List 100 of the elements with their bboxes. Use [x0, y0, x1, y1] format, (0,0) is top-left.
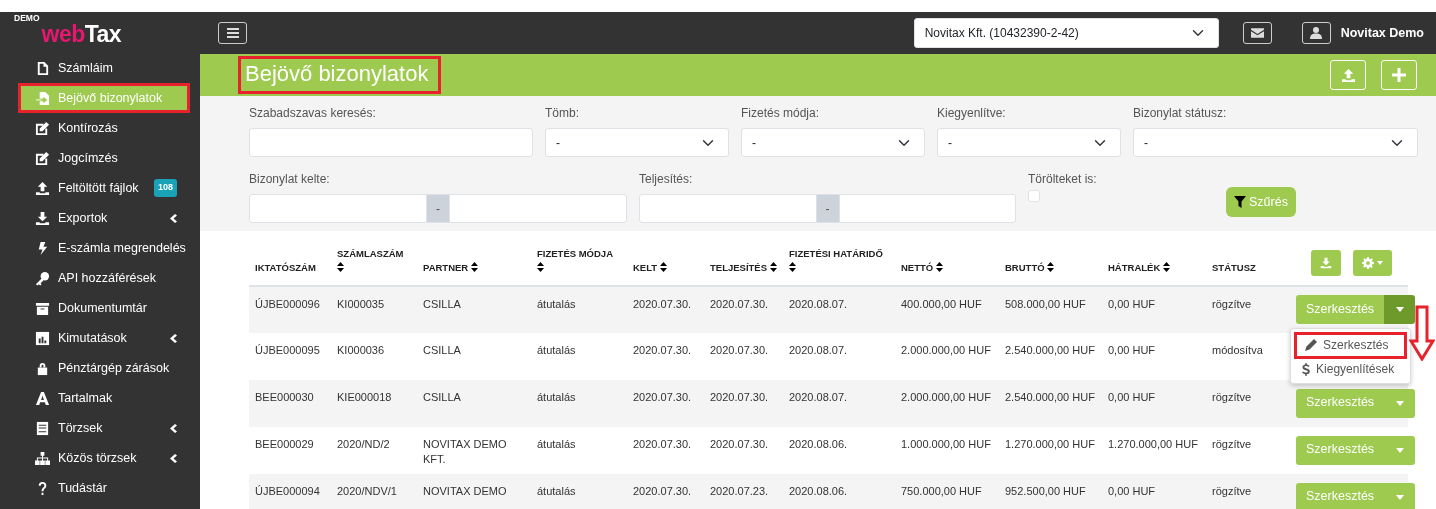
dropdown-toggle-button[interactable]: [1384, 482, 1416, 509]
column-header[interactable]: PARTNER: [417, 243, 531, 286]
menu-item[interactable]: Kiegyenlítések: [1294, 358, 1408, 380]
table-cell: BEE000029: [249, 426, 331, 474]
sidebar-item[interactable]: API hozzáférések: [18, 263, 190, 293]
table-cell: ÚJBE000095: [249, 332, 331, 380]
sidebar-item[interactable]: E-számla megrendelés: [18, 233, 190, 263]
upload-icon: [35, 180, 50, 196]
table-cell: 1.270.000,00 HUF: [999, 426, 1102, 474]
table-cell: rögzítve: [1206, 473, 1290, 509]
column-header[interactable]: BRUTTÓ: [999, 243, 1102, 286]
column-header: STÁTUSZ: [1206, 243, 1290, 286]
field-label: Bizonylat státusz:: [1133, 105, 1228, 122]
table-cell: ÚJBE000096: [249, 285, 331, 333]
sidebar-item[interactable]: Kontírozás: [18, 113, 190, 143]
user-name[interactable]: Novitax Demo: [1340, 23, 1424, 43]
date-from-field[interactable]: [639, 194, 817, 223]
table-cell: 508.000,00 HUF: [999, 285, 1102, 333]
table-cell: 0,00 HUF: [1102, 473, 1206, 509]
table-cell: 2.540.000,00 HUF: [999, 332, 1102, 380]
column-header[interactable]: NETTÓ: [895, 243, 999, 286]
date-to-field[interactable]: [838, 194, 1016, 223]
range-separator: -: [427, 194, 449, 223]
key-icon: [35, 270, 50, 286]
field-label: Bizonylat kelte:: [249, 171, 331, 188]
sidebar-item[interactable]: Számláim: [18, 53, 190, 83]
table-cell: ÚJBE000094: [249, 473, 331, 509]
column-header[interactable]: KELT: [627, 243, 704, 286]
table-cell: átutalás: [531, 332, 627, 380]
table-cell: átutalás: [531, 426, 627, 474]
pencil-icon: [1305, 339, 1318, 352]
edit-icon: [35, 150, 50, 166]
sidebar-item[interactable]: Törzsek: [18, 413, 190, 443]
sidebar-item[interactable]: Jogcímzés: [18, 143, 190, 173]
table-cell: rögzítve: [1206, 285, 1290, 333]
lock-icon: [35, 360, 50, 376]
table-cell: 2020.07.30.: [627, 379, 704, 427]
column-header[interactable]: TELJESÍTÉS: [704, 243, 783, 286]
sidebar-item[interactable]: Feltöltött fájlok 108: [18, 173, 190, 203]
dropdown-toggle-button[interactable]: [1384, 435, 1416, 465]
table-cell: 2020.07.23.: [704, 473, 783, 509]
sidebar-item[interactable]: Kimutatások: [18, 323, 190, 353]
date-from-field[interactable]: [249, 194, 427, 223]
table-cell: KI000035: [331, 285, 417, 333]
table-cell: NOVITAX DEMO KFT.: [417, 426, 531, 474]
add-button[interactable]: [1381, 60, 1417, 90]
sidebar-item[interactable]: Tartalmak: [18, 383, 190, 413]
company-select[interactable]: Novitax Kft. (10432390-2-42): [913, 18, 1219, 48]
table-cell: 2020.07.30.: [704, 426, 783, 474]
search-field[interactable]: [249, 128, 533, 157]
user-icon: [1310, 27, 1323, 39]
column-header: IKTATÓSZÁM: [249, 243, 331, 286]
caret-down-icon: [1395, 447, 1404, 453]
menu-button[interactable]: [218, 22, 247, 44]
download-icon: [35, 210, 50, 226]
settings-icon: [1362, 256, 1374, 269]
table-cell: rögzítve: [1206, 379, 1290, 427]
field-label: Szabadszavas keresés:: [249, 105, 377, 122]
sidebar-item[interactable]: Közös törzsek: [18, 443, 190, 473]
filter-select[interactable]: -: [545, 128, 729, 157]
table-cell: 2020.08.07.: [783, 285, 895, 333]
table-cell: KI000036: [331, 332, 417, 380]
dropdown-toggle-button[interactable]: [1384, 295, 1416, 324]
sidebar-item[interactable]: Exportok: [18, 203, 190, 233]
column-header[interactable]: FIZETÉS MÓDJA: [531, 243, 627, 286]
table-cell: CSILLA: [417, 379, 531, 427]
upload-button[interactable]: [1330, 60, 1366, 90]
dropdown-toggle-button[interactable]: [1384, 388, 1416, 418]
field-label: Törölteket is:: [1028, 171, 1098, 188]
upload-icon: [1340, 67, 1356, 83]
field-label: Tömb:: [545, 105, 580, 122]
date-to-field[interactable]: [449, 194, 627, 223]
logo: webTax: [41, 23, 122, 46]
download-button[interactable]: [1311, 249, 1341, 276]
archive-icon: [35, 300, 50, 316]
table-cell: 2020.07.30.: [627, 285, 704, 333]
checkbox[interactable]: [1028, 190, 1040, 202]
filter-select[interactable]: -: [937, 128, 1121, 157]
column-header[interactable]: SZÁMLASZÁM: [331, 243, 417, 286]
menu-item[interactable]: Szerkesztés: [1294, 332, 1408, 359]
table-cell: 952.500,00 HUF: [999, 473, 1102, 509]
user-button[interactable]: [1301, 22, 1331, 44]
hamburger-icon: [226, 28, 239, 38]
range-separator: -: [816, 194, 839, 223]
table-cell: NOVITAX DEMO: [417, 473, 531, 509]
envelope-icon: [1250, 28, 1264, 38]
sidebar-item[interactable]: Tudástár: [18, 473, 190, 503]
column-header[interactable]: FIZETÉSI HATÁRIDŐ: [783, 243, 895, 286]
filter-select[interactable]: -: [741, 128, 925, 157]
sidebar-item[interactable]: Pénztárgép zárások: [18, 353, 190, 383]
table-cell: 2020.07.30.: [627, 426, 704, 474]
column-header[interactable]: HÁTRALÉK: [1102, 243, 1206, 286]
table-cell: 0,00 HUF: [1102, 332, 1206, 380]
dollar-icon: [1302, 362, 1311, 376]
sidebar-item[interactable]: Dokumentumtár: [18, 293, 190, 323]
mail-button[interactable]: [1242, 22, 1272, 44]
filter-select[interactable]: -: [1133, 128, 1418, 157]
settings-button[interactable]: [1353, 249, 1392, 276]
table-cell: CSILLA: [417, 285, 531, 333]
book-icon: [35, 420, 50, 436]
